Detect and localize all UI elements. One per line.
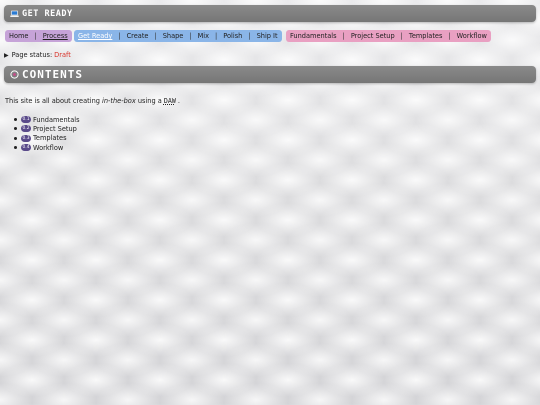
nav-separator: |: [34, 32, 37, 40]
process-nav: Get Ready | Create | Shape | Mix | Polis…: [74, 30, 282, 42]
nav-separator: |: [118, 32, 121, 40]
nav-separator: |: [342, 32, 345, 40]
toc-link-project-setup[interactable]: Project Setup: [33, 125, 77, 133]
toc-link-templates[interactable]: Templates: [33, 134, 67, 142]
nav-separator: |: [248, 32, 251, 40]
nav-item-fundamentals[interactable]: Fundamentals: [290, 32, 337, 40]
nav-item-home[interactable]: Home: [9, 32, 28, 40]
contents-list: 0.1 Fundamentals 0.2 Project Setup 0.3 T…: [14, 115, 80, 152]
intro-emphasis: in-the-box: [102, 97, 136, 105]
target-icon: [10, 70, 19, 79]
stage-nav: Fundamentals | Project Setup | Templates…: [286, 30, 491, 42]
section-number-badge: 0.3: [21, 134, 31, 142]
page-header-banner: Get Ready: [4, 5, 536, 22]
nav-separator: |: [215, 32, 218, 40]
nav-item-get-ready[interactable]: Get Ready: [78, 32, 112, 40]
nav-item-project-setup[interactable]: Project Setup: [351, 32, 395, 40]
nav-item-workflow[interactable]: Workflow: [457, 32, 487, 40]
nav-separator: |: [189, 32, 192, 40]
intro-before: This site is all about creating: [5, 97, 103, 105]
primary-nav: Home | Process: [5, 30, 72, 42]
bullet-icon: [14, 127, 17, 131]
status-label: Page status:: [11, 51, 53, 59]
section-number-badge: 0.4: [21, 144, 31, 152]
status-value: Draft: [54, 51, 71, 59]
page-status[interactable]: ▶ Page status: Draft: [4, 51, 71, 59]
nav-item-polish[interactable]: Polish: [223, 32, 242, 40]
nav-separator: |: [448, 32, 451, 40]
contents-title: Contents: [22, 68, 83, 81]
intro-text: This site is all about creating in-the-b…: [5, 97, 180, 105]
list-item[interactable]: 0.2 Project Setup: [14, 124, 80, 133]
intro-after: .: [175, 97, 181, 105]
list-item[interactable]: 0.4 Workflow: [14, 143, 80, 152]
bullet-icon: [14, 136, 17, 140]
section-number-badge: 0.1: [21, 116, 31, 124]
daw-abbr[interactable]: DAW: [164, 97, 176, 105]
toc-link-fundamentals[interactable]: Fundamentals: [33, 116, 80, 124]
toc-link-workflow[interactable]: Workflow: [33, 144, 63, 152]
bullet-icon: [14, 146, 17, 150]
list-item[interactable]: 0.3 Templates: [14, 134, 80, 143]
nav-item-process[interactable]: Process: [43, 32, 68, 40]
nav-item-create[interactable]: Create: [127, 32, 149, 40]
disclosure-triangle-icon[interactable]: ▶: [4, 52, 9, 59]
nav-item-templates[interactable]: Templates: [409, 32, 443, 40]
contents-banner: Contents: [4, 66, 536, 83]
nav-item-shape[interactable]: Shape: [163, 32, 184, 40]
page-title: Get Ready: [22, 8, 73, 19]
list-item[interactable]: 0.1 Fundamentals: [14, 115, 80, 124]
nav-separator: |: [400, 32, 403, 40]
bullet-icon: [14, 118, 17, 122]
intro-middle: using a: [135, 97, 164, 105]
nav-item-ship-it[interactable]: Ship It: [257, 32, 278, 40]
nav-item-mix[interactable]: Mix: [198, 32, 209, 40]
laptop-icon: [10, 9, 19, 18]
section-number-badge: 0.2: [21, 125, 31, 133]
nav-separator: |: [154, 32, 157, 40]
